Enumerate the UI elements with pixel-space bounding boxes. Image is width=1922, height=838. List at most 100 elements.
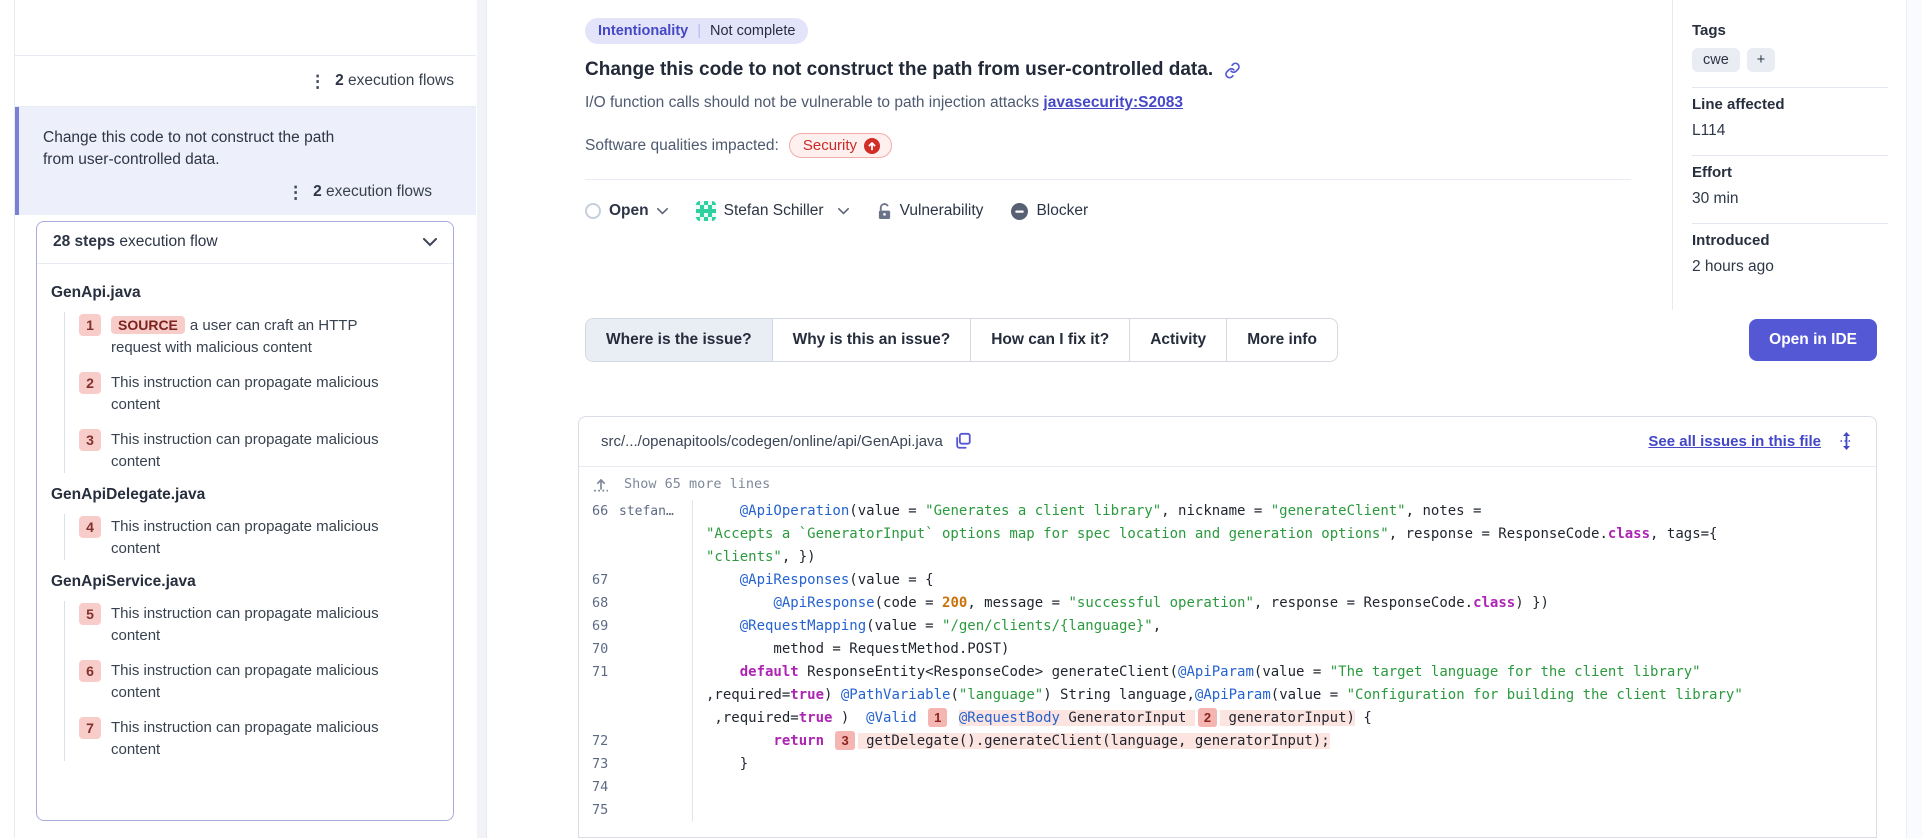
issue-type: Vulnerability xyxy=(877,202,984,220)
open-status-icon xyxy=(585,203,601,219)
flow-step[interactable]: 2This instruction can propagate maliciou… xyxy=(79,372,439,416)
code-viewer-panel: src/.../openapitools/codegen/online/api/… xyxy=(578,416,1877,838)
issue-flows-summary[interactable]: ⋮ 2 execution flows xyxy=(15,56,476,107)
step-number-badge: 6 xyxy=(79,660,101,682)
tag-chip: cwe xyxy=(1692,48,1740,72)
line-author xyxy=(619,615,691,638)
line-number[interactable]: 69 xyxy=(579,615,619,638)
panel-gap-divider xyxy=(477,0,487,838)
line-number[interactable] xyxy=(579,684,619,707)
flow-step[interactable]: 1SOURCEa user can craft an HTTP request … xyxy=(79,314,439,359)
page-scrollbar[interactable] xyxy=(1906,0,1922,838)
line-number[interactable]: 70 xyxy=(579,638,619,661)
flow-step[interactable]: 4This instruction can propagate maliciou… xyxy=(79,516,439,560)
code-text: @ApiOperation(value = "Generates a clien… xyxy=(693,500,1481,523)
code-row: "clients", }) xyxy=(579,546,1876,569)
code-text: } xyxy=(693,753,748,776)
status-value: Open xyxy=(609,202,649,220)
line-author xyxy=(619,730,691,753)
issue-header: Intentionality | Not complete Change thi… xyxy=(585,18,1665,221)
code-text xyxy=(693,776,706,799)
execution-flows-sidebar: ⋮ 2 execution flows Change this code to … xyxy=(14,0,476,838)
tab-where-is-the-issue[interactable]: Where is the issue? xyxy=(586,319,773,361)
line-author xyxy=(619,799,691,822)
add-tag-button[interactable]: + xyxy=(1747,48,1775,72)
selected-issue-flows[interactable]: ⋮ 2 execution flows xyxy=(43,183,454,201)
code-row: ,required=true) @PathVariable("language"… xyxy=(579,684,1876,707)
flow-file-name: GenApiService.java xyxy=(51,573,439,591)
flow-step[interactable]: 3This instruction can propagate maliciou… xyxy=(79,429,439,473)
code-text: "Accepts a `GeneratorInput` options map … xyxy=(693,523,1717,546)
show-more-lines-button[interactable]: Show 65 more lines xyxy=(579,467,1876,500)
lock-icon xyxy=(877,203,892,220)
code-text: default ResponseEntity<ResponseCode> gen… xyxy=(693,661,1701,684)
introduced-heading: Introduced xyxy=(1692,232,1888,249)
flow-step-marker[interactable]: 2 xyxy=(1198,708,1217,727)
issue-meta-sidebar: Tags cwe+ Line affected L114 Effort 30 m… xyxy=(1672,0,1906,310)
line-number[interactable]: 72 xyxy=(579,730,619,753)
tab-more-info[interactable]: More info xyxy=(1227,319,1337,361)
flow-step[interactable]: 7This instruction can propagate maliciou… xyxy=(79,717,439,761)
badge-separator: | xyxy=(697,23,701,39)
permalink-icon[interactable] xyxy=(1224,62,1241,79)
step-number-badge: 7 xyxy=(79,717,101,739)
line-number[interactable] xyxy=(579,707,619,730)
effort-value: 30 min xyxy=(1692,190,1888,208)
code-gutter: 67 xyxy=(579,569,693,592)
expand-vertical-icon[interactable] xyxy=(1839,431,1854,451)
assignee-name: Stefan Schiller xyxy=(724,202,824,220)
flow-step-group: 5This instruction can propagate maliciou… xyxy=(64,601,439,761)
security-quality-badge: Security xyxy=(789,133,892,158)
flow-file-name: GenApiDelegate.java xyxy=(51,486,439,504)
line-number[interactable]: 67 xyxy=(579,569,619,592)
effort-heading: Effort xyxy=(1692,164,1888,181)
code-row: 75 xyxy=(579,799,1876,822)
kebab-icon: ⋮ xyxy=(309,73,326,90)
code-text: @ApiResponse(code = 200, message = "succ… xyxy=(693,592,1549,615)
step-description: This instruction can propagate malicious… xyxy=(111,603,403,647)
line-author xyxy=(619,592,691,615)
line-author xyxy=(619,661,691,684)
flows-count: 2 xyxy=(313,183,322,200)
flow-step[interactable]: 5This instruction can propagate maliciou… xyxy=(79,603,439,647)
upload-arrow-icon xyxy=(593,477,609,492)
tab-why-is-this-an-issue[interactable]: Why is this an issue? xyxy=(773,319,972,361)
line-number[interactable]: 74 xyxy=(579,776,619,799)
line-author xyxy=(619,569,691,592)
line-number[interactable]: 66 xyxy=(579,500,619,523)
rule-key-link[interactable]: javasecurity:S2083 xyxy=(1043,94,1183,111)
code-row: 74 xyxy=(579,776,1876,799)
line-number[interactable]: 68 xyxy=(579,592,619,615)
open-in-ide-button[interactable]: Open in IDE xyxy=(1749,319,1877,361)
line-number[interactable]: 73 xyxy=(579,753,619,776)
header-divider xyxy=(585,179,1631,180)
code-gutter: 73 xyxy=(579,753,693,776)
line-number[interactable] xyxy=(579,523,619,546)
flow-step-marker[interactable]: 3 xyxy=(835,731,854,750)
selected-issue-card[interactable]: Change this code to not construct the pa… xyxy=(15,107,476,215)
qualities-label: Software qualities impacted: xyxy=(585,137,779,155)
flow-step-marker[interactable]: 1 xyxy=(928,708,947,727)
steps-count-label: execution flow xyxy=(119,233,217,250)
line-number[interactable]: 75 xyxy=(579,799,619,822)
status-dropdown[interactable]: Open xyxy=(585,202,668,220)
tab-how-can-i-fix-it[interactable]: How can I fix it? xyxy=(971,319,1130,361)
issue-title: Change this code to not construct the pa… xyxy=(585,59,1213,81)
tags-section: Tags cwe+ xyxy=(1692,14,1888,88)
execution-flow-panel: 28 steps execution flow GenApi.java1SOUR… xyxy=(36,221,454,821)
code-gutter: 66stefan… xyxy=(579,500,693,523)
tab-activity[interactable]: Activity xyxy=(1130,319,1227,361)
line-affected-section: Line affected L114 xyxy=(1692,88,1888,156)
line-number[interactable]: 71 xyxy=(579,661,619,684)
introduced-section: Introduced 2 hours ago xyxy=(1692,224,1888,291)
code-gutter: 68 xyxy=(579,592,693,615)
see-all-issues-link[interactable]: See all issues in this file xyxy=(1648,433,1821,450)
execution-flow-panel-header[interactable]: 28 steps execution flow xyxy=(37,222,453,264)
flow-step[interactable]: 6This instruction can propagate maliciou… xyxy=(79,660,439,704)
line-number[interactable] xyxy=(579,546,619,569)
step-number-badge: 4 xyxy=(79,516,101,538)
code-row: 72 return 3 getDelegate().generateClient… xyxy=(579,730,1876,753)
copy-icon[interactable] xyxy=(954,432,972,450)
assignee-dropdown[interactable]: Stefan Schiller xyxy=(696,201,849,221)
sidebar-top-spacer xyxy=(15,0,476,56)
